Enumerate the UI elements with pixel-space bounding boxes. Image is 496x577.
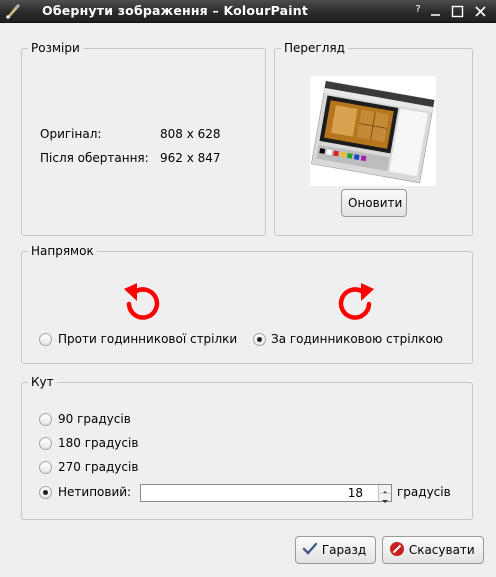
cancel-icon	[390, 542, 404, 556]
close-icon[interactable]	[474, 5, 487, 18]
after-rotation-value: 962 x 847	[160, 151, 221, 165]
clockwise-radio[interactable]	[253, 333, 266, 346]
after-rotation-label: Після обертання:	[40, 151, 149, 165]
clockwise-label[interactable]: За годинниковою стрілкою	[271, 332, 443, 346]
angle-custom-label[interactable]: Нетиповий:	[58, 485, 131, 499]
checkmark-icon	[302, 542, 318, 555]
angle-270-label[interactable]: 270 градусів	[58, 460, 138, 474]
rotate-counterclockwise-icon[interactable]	[123, 281, 165, 325]
rotate-clockwise-icon[interactable]	[333, 281, 375, 325]
kolourpaint-app-icon[interactable]	[4, 2, 22, 20]
sizes-group-title: Розміри	[28, 41, 83, 55]
rotated-preview-image	[310, 76, 436, 186]
angle-custom-radio[interactable]	[39, 486, 52, 499]
minimize-icon[interactable]	[429, 5, 442, 18]
spin-down-button[interactable]	[378, 493, 391, 503]
window-title: Обернути зображення – KolourPaint	[42, 3, 309, 18]
preview-thumbnail	[310, 76, 436, 186]
original-size-value: 808 x 628	[160, 127, 221, 141]
cancel-button[interactable]: Скасувати	[382, 536, 484, 564]
direction-group: Напрямок	[21, 244, 473, 364]
angle-180-radio[interactable]	[39, 437, 52, 450]
direction-group-title: Напрямок	[28, 244, 97, 258]
angle-180-label[interactable]: 180 градусів	[58, 436, 138, 450]
ok-button-label: Гаразд	[321, 543, 367, 557]
counterclockwise-radio[interactable]	[39, 333, 52, 346]
custom-angle-value[interactable]: 18	[141, 485, 363, 501]
title-bar[interactable]: Обернути зображення – KolourPaint ?	[0, 0, 496, 23]
refresh-preview-button[interactable]: Оновити	[341, 189, 407, 217]
angle-270-radio[interactable]	[39, 461, 52, 474]
cancel-button-label: Скасувати	[408, 543, 475, 557]
ok-button[interactable]: Гаразд	[295, 536, 376, 564]
original-size-label: Оригінал:	[40, 127, 102, 141]
help-button[interactable]: ?	[412, 3, 424, 16]
angle-90-radio[interactable]	[39, 413, 52, 426]
spin-down-icon	[382, 500, 388, 503]
sizes-group: Розміри	[21, 41, 266, 236]
angle-group-title: Кут	[28, 375, 57, 389]
counterclockwise-label[interactable]: Проти годинникової стрілки	[58, 332, 237, 346]
custom-angle-spinbox[interactable]: 18	[140, 484, 392, 503]
custom-angle-unit: градусів	[397, 485, 451, 499]
preview-group-title: Перегляд	[281, 41, 348, 55]
maximize-icon[interactable]	[451, 5, 464, 18]
angle-90-label[interactable]: 90 градусів	[58, 412, 131, 426]
spin-up-button[interactable]	[378, 485, 391, 494]
